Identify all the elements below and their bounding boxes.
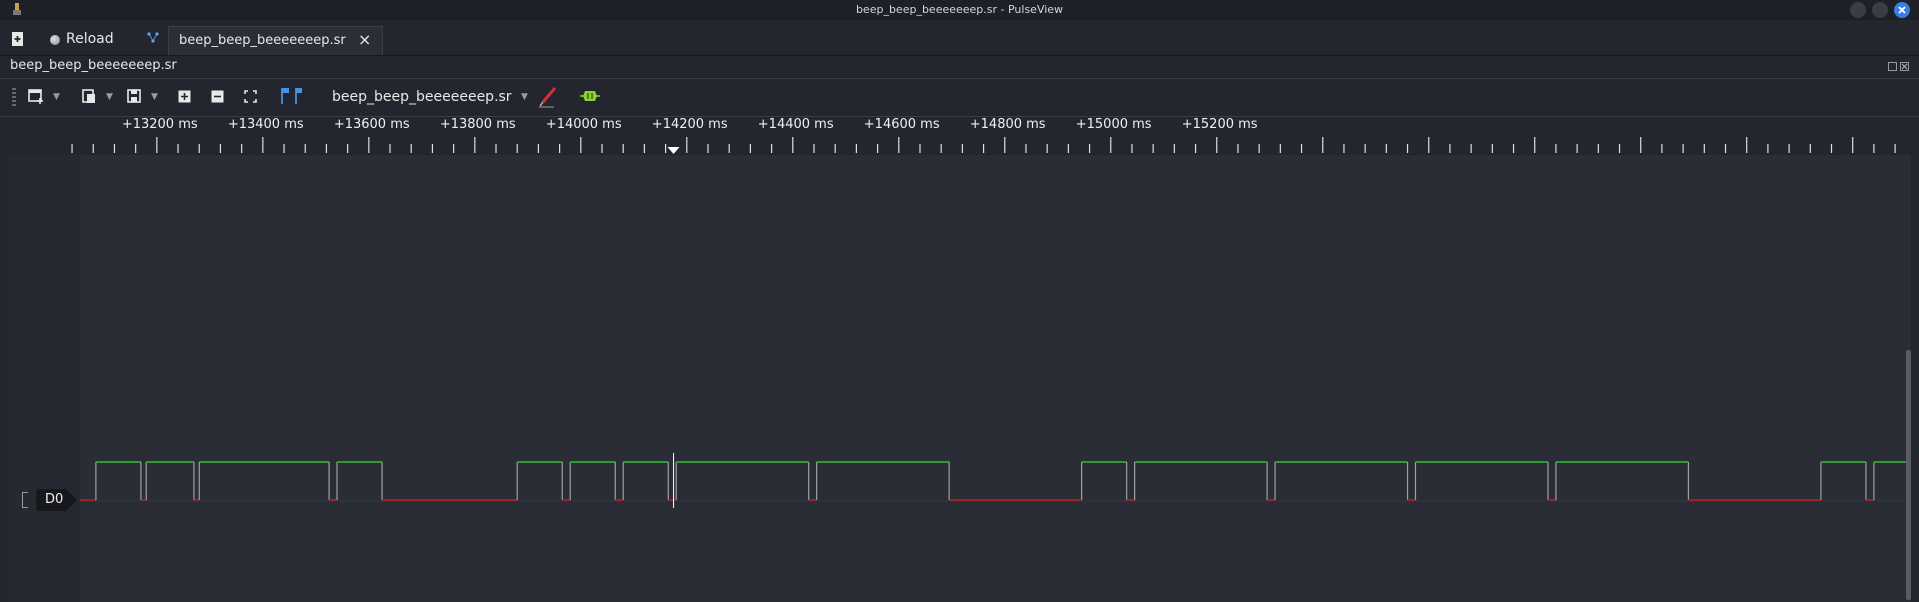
document-header: beep_beep_beeeeeeep.sr: [0, 56, 1919, 79]
new-session-button[interactable]: [10, 31, 26, 47]
channel-label-d0[interactable]: D0: [36, 489, 78, 511]
zoom-in-icon: [178, 90, 191, 103]
close-icon: [1898, 6, 1906, 14]
zoom-out-icon: [211, 90, 224, 103]
open-icon: [82, 89, 95, 103]
cursor-marker-icon[interactable]: [667, 147, 680, 154]
reload-icon: [50, 35, 60, 45]
new-document-icon: [12, 32, 23, 46]
open-dropdown-icon[interactable]: ▼: [106, 92, 113, 102]
minimize-button[interactable]: [1850, 2, 1866, 18]
tab-close-button[interactable]: ×: [358, 30, 371, 49]
close-window-button[interactable]: [1894, 2, 1910, 18]
signal-canvas: [80, 453, 1911, 508]
probe-config-button[interactable]: [538, 86, 558, 108]
signal-plot[interactable]: [80, 155, 1911, 602]
open-button[interactable]: [81, 88, 97, 104]
toolbar-grip-icon: [12, 88, 16, 106]
save-button[interactable]: [126, 88, 142, 104]
device-selector[interactable]: beep_beep_beeeeeeep.sr: [332, 89, 512, 105]
session-icon: [146, 31, 160, 45]
decoder-icon: [580, 91, 600, 101]
time-ruler[interactable]: +13200 ms +13400 ms +13600 ms +13800 ms +140…: [8, 117, 1911, 155]
add-view-dropdown-icon[interactable]: ▼: [53, 92, 60, 102]
ruler-ticks: [71, 137, 1896, 154]
reload-label: Reload: [66, 31, 114, 47]
probe-icon: [539, 87, 557, 108]
channel-header-column: D0: [8, 155, 80, 602]
main-toolbar: ▼ ▼ ▼ beep_beep_beeeeeeep.sr ▼: [0, 79, 1919, 117]
decoder-button[interactable]: [579, 89, 601, 103]
cursors-button[interactable]: [279, 87, 303, 105]
window-add-icon: [28, 89, 43, 104]
maximize-button[interactable]: [1872, 2, 1888, 18]
save-icon: [127, 89, 141, 103]
document-title: beep_beep_beeeeeeep.sr: [10, 58, 177, 73]
zoom-in-button[interactable]: [178, 90, 191, 103]
close-dock-icon[interactable]: [1900, 62, 1909, 71]
zoom-fit-button[interactable]: [244, 90, 257, 103]
window-titlebar: beep_beep_beeeeeeep.sr - PulseView: [0, 0, 1919, 20]
tab-label: beep_beep_beeeeeeep.sr: [179, 33, 346, 48]
add-view-button[interactable]: [28, 88, 44, 104]
device-dropdown-icon[interactable]: ▼: [521, 92, 528, 102]
channel-name: D0: [45, 492, 64, 507]
vertical-scrollbar[interactable]: [1906, 350, 1911, 600]
zoom-fit-icon: [244, 90, 257, 103]
tab-session[interactable]: beep_beep_beeeeeeep.sr ×: [168, 26, 383, 55]
window-title: beep_beep_beeeeeeep.sr - PulseView: [855, 3, 1064, 16]
zoom-out-button[interactable]: [211, 90, 224, 103]
float-icon[interactable]: [1888, 62, 1897, 71]
flags-icon: [281, 88, 302, 104]
save-dropdown-icon[interactable]: ▼: [151, 92, 158, 102]
channel-bracket-icon: [22, 492, 28, 508]
